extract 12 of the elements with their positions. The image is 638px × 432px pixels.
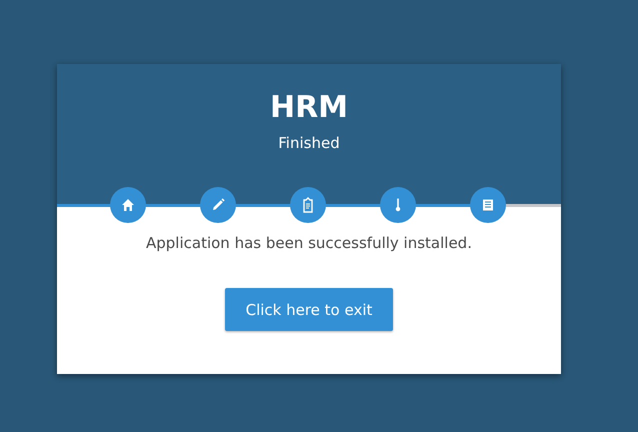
step-button[interactable] [380, 187, 416, 223]
step-button[interactable] [290, 187, 326, 223]
step-title: Finished [278, 134, 340, 152]
exit-button[interactable]: Click here to exit [225, 288, 393, 331]
step-button[interactable] [110, 187, 146, 223]
step-button[interactable] [470, 187, 506, 223]
list-icon [480, 197, 496, 213]
home-icon [120, 197, 136, 213]
step-button[interactable] [200, 187, 236, 223]
pencil-icon [210, 197, 226, 213]
app-title: HRM [270, 90, 348, 126]
status-message: Application has been successfully installed. [146, 234, 472, 252]
